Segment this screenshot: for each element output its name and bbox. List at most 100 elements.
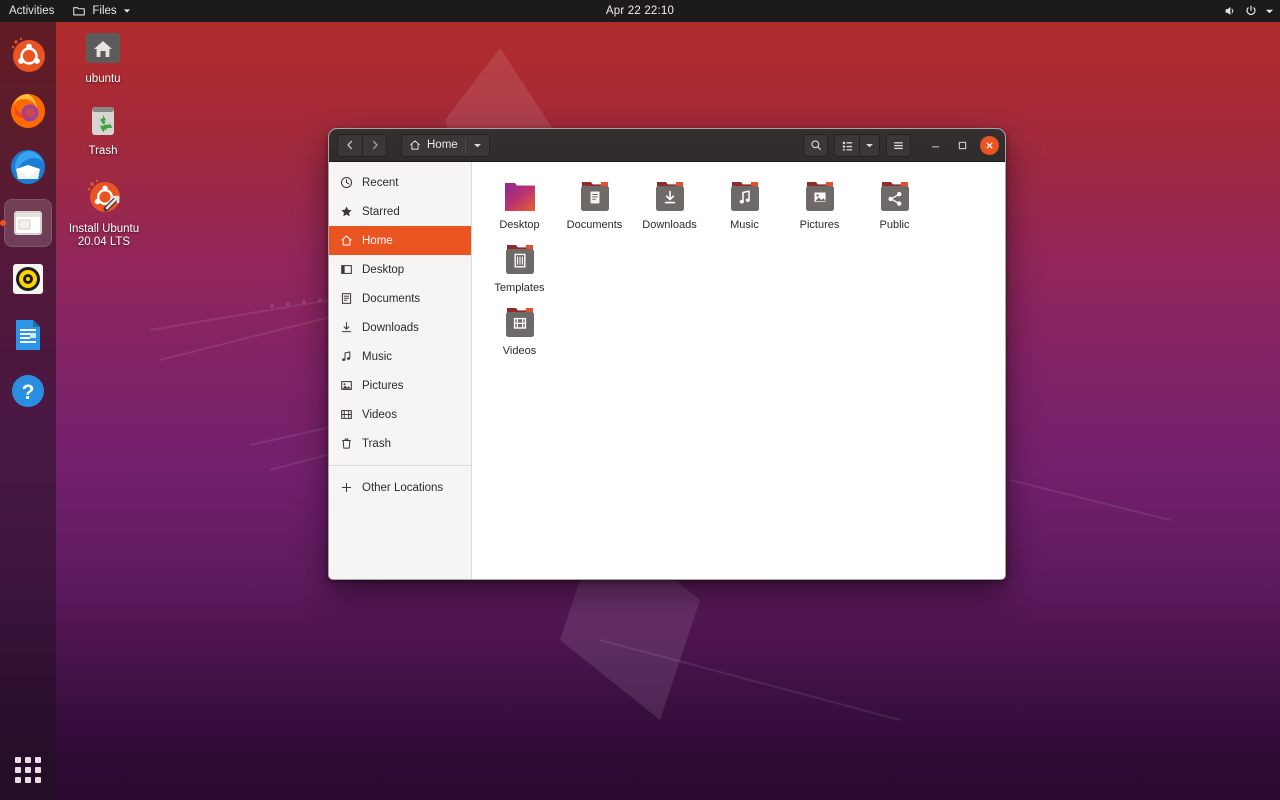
- dock-item-rhythmbox[interactable]: [4, 255, 52, 303]
- sidebar-item-home[interactable]: Home: [329, 226, 471, 255]
- window-controls: [926, 136, 999, 155]
- file-item-desktop[interactable]: Desktop: [482, 175, 557, 238]
- list-view-button[interactable]: [834, 134, 859, 157]
- chevron-left-icon: [345, 140, 355, 150]
- dock-item-files[interactable]: [4, 199, 52, 247]
- rhythmbox-icon: [8, 259, 48, 299]
- chevron-down-icon: [865, 141, 874, 150]
- thunderbird-icon: [8, 147, 48, 187]
- sidebar-item-recent[interactable]: Recent: [329, 168, 471, 197]
- file-item-music[interactable]: Music: [707, 175, 782, 238]
- path-bar-home-button[interactable]: Home: [401, 134, 490, 157]
- sidebar-item-label: Other Locations: [362, 482, 443, 494]
- file-grid-view[interactable]: Desktop: [472, 162, 1005, 579]
- apps-grid-dot: [25, 757, 31, 763]
- apps-grid-dot: [25, 777, 31, 783]
- activities-button[interactable]: Activities: [0, 0, 63, 22]
- music-note-icon: [339, 350, 353, 364]
- file-item-templates[interactable]: Templates: [482, 238, 557, 301]
- dock-item-libreoffice-writer[interactable]: [4, 311, 52, 359]
- sidebar-item-label: Videos: [362, 409, 397, 421]
- dock-item-ubuntu-software[interactable]: [4, 31, 52, 79]
- top-bar-center: Apr 22 22:10: [0, 0, 1280, 22]
- desktop-wallpaper-folder-icon: [501, 179, 539, 215]
- sidebar-item-starred[interactable]: Starred: [329, 197, 471, 226]
- sidebar-separator: [329, 465, 471, 466]
- chevron-down-icon: [473, 141, 482, 150]
- dock-item-help[interactable]: ?: [4, 367, 52, 415]
- desktop-icon-trash[interactable]: Trash: [60, 100, 146, 158]
- sidebar-item-music[interactable]: Music: [329, 342, 471, 371]
- dock-item-firefox[interactable]: [4, 87, 52, 135]
- download-icon: [339, 321, 353, 335]
- file-item-downloads[interactable]: Downloads: [632, 175, 707, 238]
- videos-folder-icon: [501, 305, 539, 341]
- minimize-icon: [930, 140, 941, 151]
- sidebar-item-pictures[interactable]: Pictures: [329, 371, 471, 400]
- home-icon: [339, 234, 353, 248]
- places-sidebar: Recent Starred H: [329, 162, 472, 579]
- maximize-button[interactable]: [953, 136, 971, 154]
- back-button[interactable]: [337, 134, 362, 157]
- apps-grid-dot: [15, 777, 21, 783]
- file-item-label: Documents: [567, 219, 623, 231]
- sidebar-item-desktop[interactable]: Desktop: [329, 255, 471, 284]
- sidebar-item-label: Documents: [362, 293, 420, 305]
- trash-icon: [339, 437, 353, 451]
- files-icon: [8, 203, 48, 243]
- trash-icon: [83, 100, 123, 140]
- firefox-icon: [8, 91, 48, 131]
- sidebar-item-other-locations[interactable]: Other Locations: [329, 473, 471, 502]
- app-menu-button[interactable]: Files: [63, 0, 139, 22]
- file-item-pictures[interactable]: Pictures: [782, 175, 857, 238]
- sidebar-item-documents[interactable]: Documents: [329, 284, 471, 313]
- clock[interactable]: Apr 22 22:10: [606, 5, 674, 17]
- file-item-label: Pictures: [800, 219, 840, 231]
- forward-button[interactable]: [362, 134, 387, 157]
- navigation-buttons: [337, 134, 387, 157]
- chevron-down-icon: [1265, 7, 1274, 16]
- documents-folder-icon: [576, 179, 614, 215]
- file-item-label: Videos: [503, 345, 536, 357]
- svg-text:?: ?: [22, 381, 35, 404]
- search-icon: [810, 139, 822, 151]
- desktop-icon-label: ubuntu: [60, 73, 146, 86]
- home-icon: [409, 139, 421, 151]
- view-options-dropdown[interactable]: [859, 134, 880, 157]
- plus-icon: [339, 481, 353, 495]
- show-applications-button[interactable]: [8, 750, 48, 790]
- minimize-button[interactable]: [926, 136, 944, 154]
- desktop-icon-install-ubuntu[interactable]: Install Ubuntu 20.04 LTS: [58, 176, 150, 249]
- maximize-icon: [957, 140, 968, 151]
- file-item-videos[interactable]: Videos: [482, 301, 557, 364]
- file-item-public[interactable]: Public: [857, 175, 932, 238]
- chevron-right-icon: [370, 140, 380, 150]
- public-share-folder-icon: [876, 179, 914, 215]
- apps-grid-dot: [35, 757, 41, 763]
- desktop-icon-home[interactable]: ubuntu: [60, 28, 146, 86]
- file-item-label: Music: [730, 219, 759, 231]
- desktop: Activities Files Apr 22 22:10: [0, 0, 1280, 800]
- list-view-icon: [841, 139, 854, 152]
- dock-item-thunderbird[interactable]: [4, 143, 52, 191]
- desktop-icon-label-line2: 20.04 LTS: [58, 236, 150, 249]
- sidebar-item-downloads[interactable]: Downloads: [329, 313, 471, 342]
- activities-label: Activities: [9, 5, 54, 17]
- power-icon: [1244, 4, 1258, 18]
- sidebar-item-label: Starred: [362, 206, 400, 218]
- search-button[interactable]: [803, 134, 828, 157]
- main-menu-button[interactable]: [886, 134, 911, 157]
- top-bar: Activities Files Apr 22 22:10: [0, 0, 1280, 22]
- music-folder-icon: [726, 179, 764, 215]
- file-item-documents[interactable]: Documents: [557, 175, 632, 238]
- apps-grid-dot: [35, 767, 41, 773]
- file-item-label: Public: [880, 219, 910, 231]
- install-ubuntu-icon: [83, 176, 125, 218]
- sidebar-item-trash[interactable]: Trash: [329, 429, 471, 458]
- system-status-area[interactable]: [1223, 0, 1274, 22]
- close-button[interactable]: [980, 136, 999, 155]
- hamburger-menu-icon: [892, 139, 905, 152]
- sidebar-item-videos[interactable]: Videos: [329, 400, 471, 429]
- sidebar-item-label: Music: [362, 351, 392, 363]
- document-icon: [339, 292, 353, 306]
